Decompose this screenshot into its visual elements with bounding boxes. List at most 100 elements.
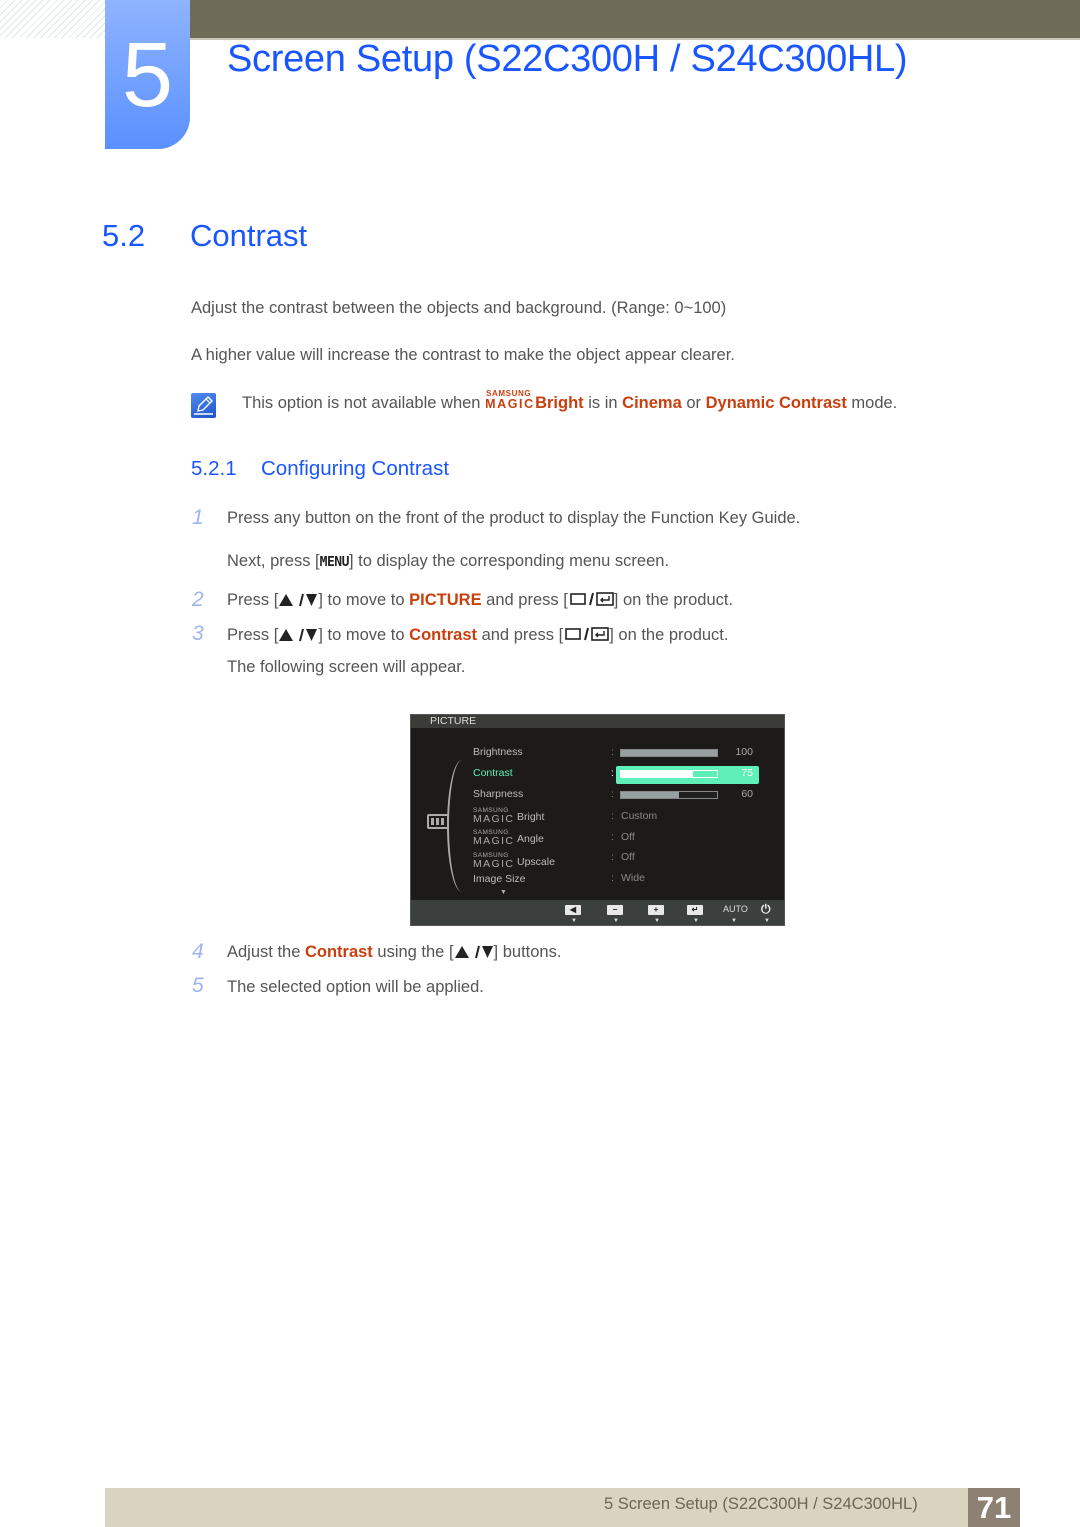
- source-enter-key-icon: [565, 627, 610, 641]
- step-2-c: and press [: [481, 591, 568, 609]
- decorative-hatch: [0, 0, 105, 38]
- step-1b-prefix: Next, press [: [227, 552, 320, 570]
- menu-key-icon: MENU: [319, 555, 350, 570]
- osd-colon: :: [611, 811, 614, 822]
- step-3-d: ] on the product.: [609, 626, 729, 644]
- osd-item-sharpness: Sharpness: [473, 788, 524, 800]
- osd-item-magic-bright: SAMSUNG MAGIC Bright: [473, 807, 545, 826]
- step-4-b: using the [: [372, 943, 454, 961]
- note-pencil-icon: [191, 393, 216, 418]
- subsection-number: 5.2.1: [191, 457, 237, 480]
- contrast-active-row: 75: [616, 766, 759, 784]
- step-3-a: Press [: [227, 626, 279, 644]
- chapter-title: Screen Setup (S22C300H / S24C300HL): [227, 38, 908, 80]
- enter-key-icon: ↵: [687, 905, 703, 915]
- step-4-text: Adjust the Contrast using the [ ] buttons…: [227, 943, 561, 962]
- note-cinema: Cinema: [622, 394, 682, 412]
- magic-logo: SAMSUNG MAGIC: [473, 829, 517, 848]
- osd-colon: :: [611, 873, 614, 884]
- samsung-magic-logo: SAMSUNG MAGIC: [485, 389, 535, 411]
- key-arrow-icon: ▼: [764, 918, 770, 924]
- step-4-c: ] buttons.: [493, 943, 562, 961]
- section-title: Contrast: [190, 218, 308, 253]
- osd-colon: :: [611, 852, 614, 863]
- step-1-text: Press any button on the front of the pro…: [227, 509, 801, 527]
- magic-bright-value: Custom: [621, 810, 658, 822]
- note-text: This option is not available when SAMSUN…: [242, 389, 898, 413]
- step-5-number: 5: [192, 974, 204, 997]
- up-down-arrow-icon: [454, 945, 493, 959]
- step-2-target: PICTURE: [409, 591, 482, 609]
- page-number: 71: [968, 1488, 1020, 1527]
- brightness-bar: [620, 749, 718, 757]
- subsection-title: Configuring Contrast: [261, 457, 450, 480]
- step-4-a: Adjust the: [227, 943, 305, 961]
- step-5-text: The selected option will be applied.: [227, 978, 484, 996]
- picture-category-icon: [427, 814, 449, 829]
- power-key-icon: ⏻: [761, 902, 771, 916]
- auto-key-label: AUTO: [723, 904, 748, 914]
- osd-item-magic-angle: SAMSUNG MAGIC Angle: [473, 829, 544, 848]
- osd-item-brightness: Brightness: [473, 746, 523, 758]
- osd-item-magic-upscale: SAMSUNG MAGIC Upscale: [473, 852, 555, 871]
- contrast-value: 75: [741, 767, 753, 779]
- contrast-bar: [620, 770, 718, 778]
- sharpness-bar: [620, 791, 718, 799]
- brightness-bar-fill: [621, 750, 717, 756]
- osd-menu-screenshot: PICTURE Brightness : 100 Contrast : 75 S…: [410, 714, 785, 926]
- osd-item-contrast: Contrast: [473, 767, 513, 779]
- section-number: 5.2: [102, 218, 146, 253]
- step-3-number: 3: [192, 622, 204, 645]
- key-arrow-icon: ▼: [571, 918, 577, 924]
- magic-logo-large: MAGIC: [485, 397, 535, 411]
- step-1-continued: Next, press [MENU] to display the corres…: [227, 552, 669, 571]
- magic-upscale-value: Off: [621, 851, 635, 863]
- osd-colon: :: [611, 768, 614, 779]
- sharpness-value: 60: [741, 788, 753, 800]
- step-1b-suffix: ] to display the corresponding menu scre…: [348, 552, 670, 570]
- up-down-arrow-icon: [279, 593, 318, 607]
- note-is-in: is in: [583, 394, 623, 412]
- step-2-text: Press [] to move to PICTURE and press []…: [227, 591, 733, 610]
- osd-option-label: Upscale: [517, 856, 555, 868]
- chapter-number-tab: 5: [105, 0, 190, 149]
- key-arrow-icon: ▼: [693, 918, 699, 924]
- step-2-a: Press [: [227, 591, 279, 609]
- note-bright: Bright: [535, 394, 584, 412]
- magic-logo-large: MAGIC: [473, 858, 515, 870]
- step-3-target: Contrast: [409, 626, 477, 644]
- osd-option-label: Bright: [517, 811, 545, 823]
- magic-logo-large: MAGIC: [473, 835, 515, 847]
- osd-header: PICTURE: [411, 715, 784, 728]
- source-enter-key-icon: [569, 592, 614, 606]
- minus-key-icon: −: [607, 905, 623, 915]
- osd-colon: :: [611, 747, 614, 758]
- left-key-icon: ◀: [565, 905, 581, 915]
- up-down-arrow-icon: [279, 628, 318, 642]
- step-4-target: Contrast: [304, 943, 373, 961]
- magic-logo: SAMSUNG MAGIC: [473, 807, 517, 826]
- header-bar: [190, 0, 1080, 38]
- footer-chapter-text: 5 Screen Setup (S22C300H / S24C300HL): [604, 1495, 918, 1513]
- magic-logo-large: MAGIC: [473, 813, 515, 825]
- magic-logo: SAMSUNG MAGIC: [473, 852, 517, 871]
- image-size-value: Wide: [621, 872, 645, 884]
- osd-option-label: Angle: [517, 833, 544, 845]
- section-paragraph-1: Adjust the contrast between the objects …: [191, 299, 727, 317]
- osd-title: PICTURE: [430, 715, 477, 727]
- brightness-value: 100: [735, 746, 753, 758]
- step-4-number: 4: [192, 940, 204, 963]
- step-3-text: Press [] to move to Contrast and press […: [227, 626, 728, 645]
- osd-item-image-size: Image Size: [473, 873, 526, 885]
- sharpness-bar-fill: [621, 792, 679, 798]
- step-1-number: 1: [192, 506, 204, 529]
- note-suffix: mode.: [846, 394, 898, 412]
- step-2-d: ] on the product.: [613, 591, 734, 609]
- plus-key-icon: +: [648, 905, 664, 915]
- osd-colon: :: [611, 832, 614, 843]
- step-2-number: 2: [192, 588, 204, 611]
- key-arrow-icon: ▼: [654, 918, 660, 924]
- step-3-b: ] to move to: [318, 626, 410, 644]
- key-arrow-icon: ▼: [731, 918, 737, 924]
- step-3-continued: The following screen will appear.: [227, 658, 466, 676]
